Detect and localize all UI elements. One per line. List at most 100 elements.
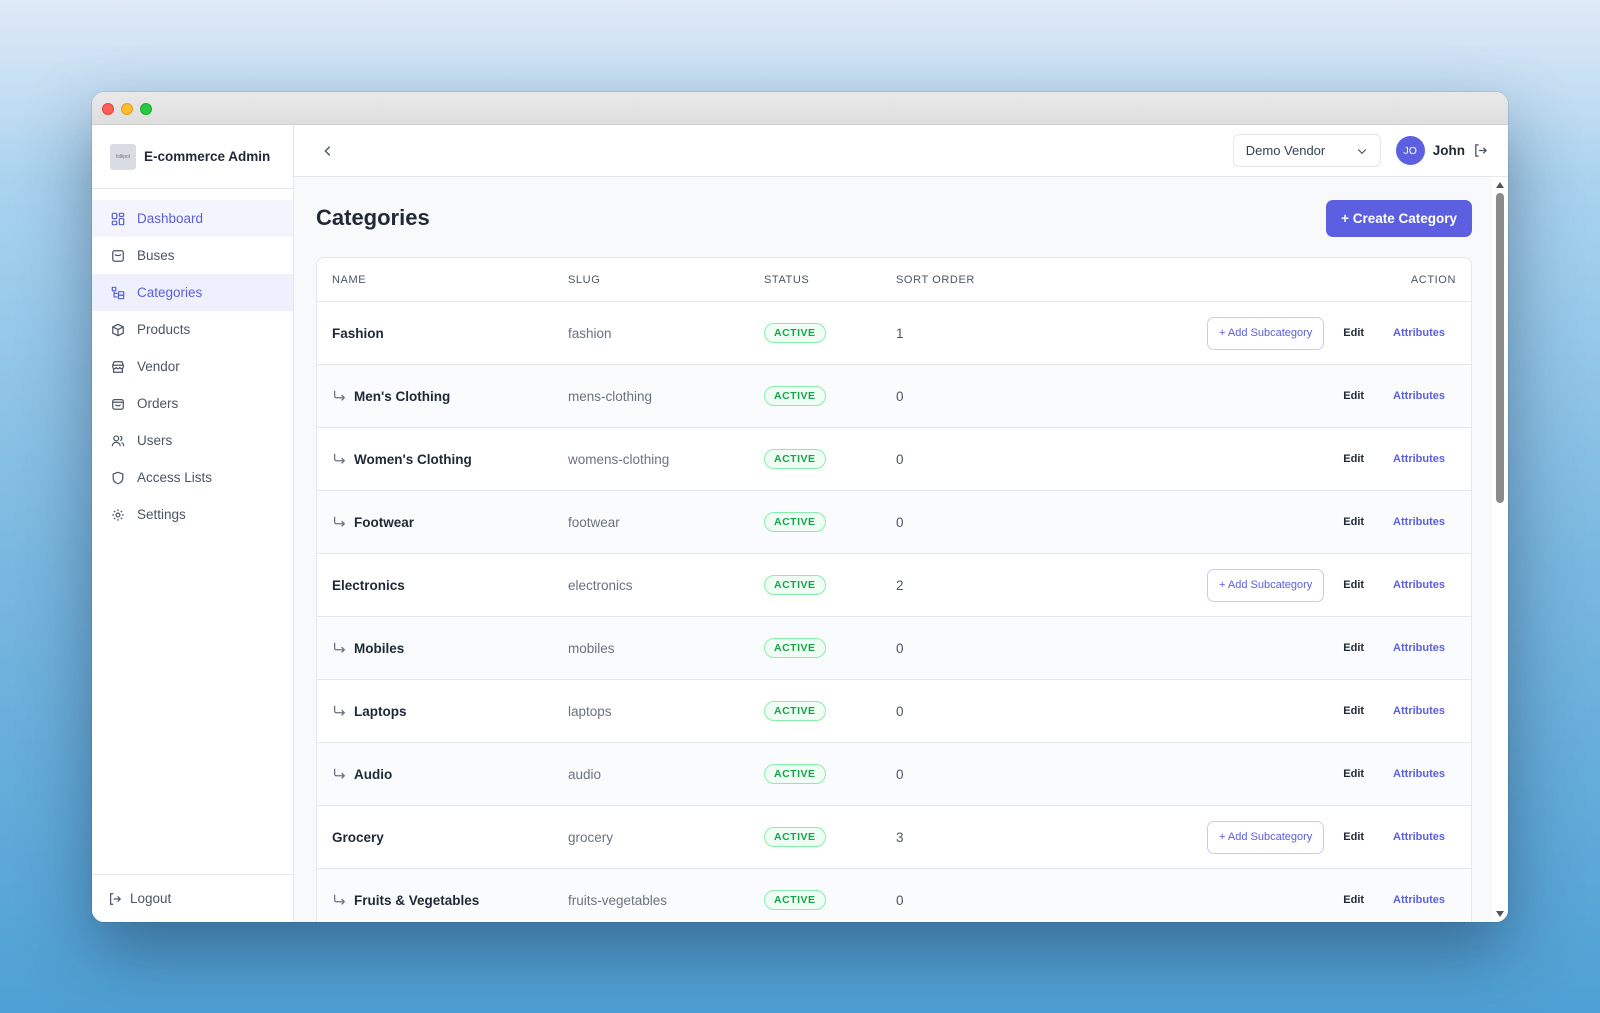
categories-icon [111,286,125,300]
sidebar-item-orders[interactable]: Orders [92,385,293,422]
category-name: Laptops [354,703,407,719]
logout-button[interactable]: Logout [92,874,293,922]
add-subcategory-button[interactable]: + Add Subcategory [1207,316,1325,350]
sidebar-item-label: Buses [137,248,175,263]
maximize-window-button[interactable] [140,103,152,115]
add-subcategory-button[interactable]: + Add Subcategory [1207,820,1325,854]
column-header-action: ACTION [1410,273,1456,286]
category-name: Footwear [354,514,415,530]
logout-icon[interactable] [1473,143,1488,158]
sidebar-item-buses[interactable]: Buses [92,237,293,274]
bag-icon [111,397,125,411]
edit-link[interactable]: Edit [1343,516,1364,528]
table-row: Footwear footwear ACTIVE 0 Edit Attribut… [317,491,1471,554]
sort-order-cell: 0 [896,892,904,908]
status-cell: ACTIVE [764,575,896,595]
status-badge: ACTIVE [764,701,826,721]
edit-link[interactable]: Edit [1343,390,1364,402]
edit-link[interactable]: Edit [1343,894,1364,906]
attributes-link[interactable]: Attributes [1393,453,1445,465]
attributes-link[interactable]: Attributes [1393,516,1445,528]
slug-cell: laptops [568,703,612,719]
sidebar-item-access-lists[interactable]: Access Lists [92,459,293,496]
edit-link[interactable]: Edit [1343,453,1364,465]
users-icon [111,434,125,448]
status-cell: ACTIVE [764,890,896,910]
sidebar-item-label: Users [137,433,173,448]
add-subcategory-button[interactable]: + Add Subcategory [1207,568,1325,602]
sidebar-item-label: Categories [137,285,203,300]
slug-cell: mobiles [568,640,615,656]
slug-cell: audio [568,766,602,782]
attributes-link[interactable]: Attributes [1393,831,1445,843]
action-cell: + Add Subcategory Edit Attributes [996,820,1471,854]
column-header-name: NAME [332,273,367,286]
create-category-button[interactable]: + Create Category [1326,199,1472,237]
scrollbar-thumb[interactable] [1496,193,1504,503]
slug-cell: footwear [568,514,620,530]
category-name: Men's Clothing [354,388,451,404]
box-icon [111,323,125,337]
subcategory-arrow-icon [332,515,346,529]
collapse-sidebar-button[interactable] [318,141,338,161]
edit-link[interactable]: Edit [1343,642,1364,654]
column-header-status: STATUS [764,273,810,286]
action-cell: + Add Subcategory Edit Attributes [996,316,1471,350]
attributes-link[interactable]: Attributes [1393,327,1445,339]
close-window-button[interactable] [102,103,114,115]
sidebar-item-dashboard[interactable]: Dashboard [92,200,293,237]
status-cell: ACTIVE [764,323,896,343]
sort-order-cell: 1 [896,325,904,341]
sidebar-item-vendor[interactable]: Vendor [92,348,293,385]
edit-link[interactable]: Edit [1343,705,1364,717]
attributes-link[interactable]: Attributes [1393,579,1445,591]
action-cell: Edit Attributes [996,894,1471,906]
status-badge: ACTIVE [764,638,826,658]
action-cell: Edit Attributes [996,516,1471,528]
slug-cell: womens-clothing [568,451,670,467]
scrollbar[interactable] [1492,177,1508,922]
name-cell: Grocery [317,830,568,845]
attributes-link[interactable]: Attributes [1393,390,1445,402]
status-cell: ACTIVE [764,449,896,469]
sidebar-item-categories[interactable]: Categories [92,274,293,311]
categories-table: NAME SLUG STATUS SORT ORDER ACTION Fashi… [316,257,1472,922]
slug-cell: mens-clothing [568,388,653,404]
action-cell: Edit Attributes [996,453,1471,465]
attributes-link[interactable]: Attributes [1393,894,1445,906]
vendor-select[interactable]: Demo Vendor [1232,134,1381,167]
column-header-sort-order: SORT ORDER [896,273,975,286]
sidebar-item-settings[interactable]: Settings [92,496,293,533]
status-badge: ACTIVE [764,512,826,532]
scroll-up-arrow[interactable] [1496,182,1504,188]
sidebar-item-label: Vendor [137,359,180,374]
edit-link[interactable]: Edit [1343,579,1364,591]
attributes-link[interactable]: Attributes [1393,768,1445,780]
dashboard-icon [111,212,125,226]
table-row: Laptops laptops ACTIVE 0 Edit Attributes [317,680,1471,743]
brand-logo: lollipol [110,143,136,170]
attributes-link[interactable]: Attributes [1393,705,1445,717]
category-name: Electronics [332,577,405,593]
edit-link[interactable]: Edit [1343,768,1364,780]
edit-link[interactable]: Edit [1343,831,1364,843]
sort-order-cell: 2 [896,577,904,593]
attributes-link[interactable]: Attributes [1393,642,1445,654]
action-cell: Edit Attributes [996,768,1471,780]
avatar[interactable]: JO [1395,136,1425,165]
slug-cell: grocery [568,829,614,845]
minimize-window-button[interactable] [121,103,133,115]
name-cell: Audio [317,767,568,782]
status-cell: ACTIVE [764,386,896,406]
status-badge: ACTIVE [764,890,826,910]
sort-order-cell: 0 [896,514,904,530]
sidebar-item-users[interactable]: Users [92,422,293,459]
status-badge: ACTIVE [764,449,826,469]
edit-link[interactable]: Edit [1343,327,1364,339]
sidebar-item-products[interactable]: Products [92,311,293,348]
table-row: Audio audio ACTIVE 0 Edit Attributes [317,743,1471,806]
scroll-down-arrow[interactable] [1496,911,1504,917]
logout-icon [110,892,122,905]
name-cell: Mobiles [317,641,568,656]
brand[interactable]: lollipol E-commerce Admin [92,125,293,189]
